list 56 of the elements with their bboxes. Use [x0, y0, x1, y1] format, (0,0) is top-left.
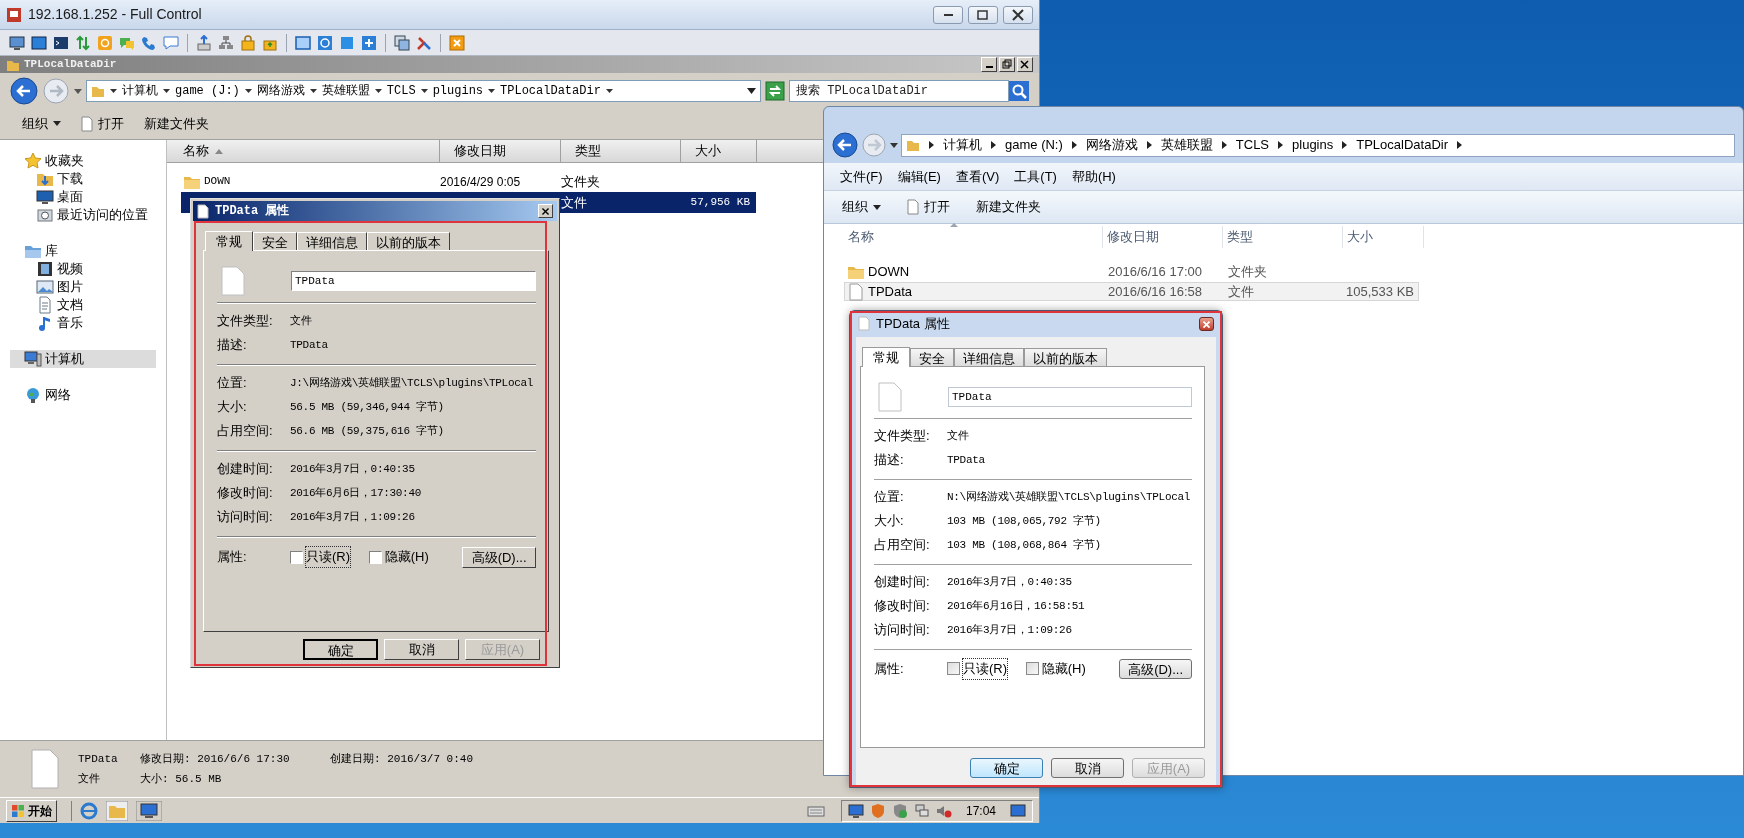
field-value: 103 MB (108,065,792 字节)	[947, 513, 1101, 529]
type-text: 文件	[1228, 283, 1254, 299]
field-label: 大小:	[874, 512, 905, 531]
field-value: 文件	[947, 428, 969, 444]
file-name: DOWN	[204, 174, 231, 190]
date-text: 2016/4/29 0:05	[440, 174, 521, 189]
field-label: 创建时间:	[874, 573, 931, 592]
size-text: 57,956 KB	[690, 195, 750, 211]
field-value: 56.6 MB (59,375,616 字节)	[290, 423, 444, 439]
field-value: 2016年6月6日，17:30:40	[290, 485, 421, 501]
window-title: 192.168.1.252 - Full Control	[28, 5, 202, 24]
field-label: 修改时间:	[217, 484, 274, 503]
field-label: 属性:	[874, 660, 905, 679]
date-text: 2016/6/16 17:00	[1108, 263, 1202, 279]
field-value: TPData	[290, 337, 328, 353]
field-label: 位置:	[874, 488, 905, 507]
field-label: 文件类型:	[217, 312, 274, 331]
field-label: 文件类型:	[874, 427, 931, 446]
field-value: 2016年3月7日，1:09:26	[290, 509, 415, 525]
field-value: J:\网络游戏\英雄联盟\TCLS\plugins\TPLocal	[290, 375, 534, 391]
field-label: 访问时间:	[217, 508, 274, 527]
details-text: 修改日期: 2016/6/6 17:30	[140, 752, 291, 767]
date-text: 2016/6/16 16:58	[1108, 283, 1202, 299]
field-label: 描述:	[874, 451, 905, 470]
field-label: 属性:	[217, 548, 248, 567]
field-value: 2016年6月16日，16:58:51	[947, 598, 1085, 614]
field-value: N:\网络游戏\英雄联盟\TCLS\plugins\TPLocal	[947, 489, 1191, 505]
type-text: 文件	[561, 194, 587, 210]
clock-text: 17:04	[964, 802, 997, 820]
field-value: TPData	[947, 452, 985, 468]
field-value: 2016年3月7日，1:09:26	[947, 622, 1072, 638]
dialog-title: TPData 属性	[215, 203, 290, 220]
type-text: 文件夹	[1228, 263, 1267, 279]
field-value: 2016年3月7日，0:40:35	[290, 461, 415, 477]
file-name: DOWN	[868, 262, 910, 281]
dialog-title: TPData 属性	[876, 315, 950, 334]
field-value: 56.5 MB (59,346,944 字节)	[290, 399, 444, 415]
details-text: TPData	[78, 752, 119, 767]
field-label: 位置:	[217, 374, 248, 393]
field-value: 2016年3月7日，0:40:35	[947, 574, 1072, 590]
field-label: 创建时间:	[217, 460, 274, 479]
field-value: 文件	[290, 313, 312, 329]
field-label: 占用空间:	[217, 422, 274, 441]
field-label: 大小:	[217, 398, 248, 417]
details-text: 大小: 56.5 MB	[140, 771, 223, 787]
details-text: 创建日期: 2016/3/7 0:40	[330, 752, 474, 767]
file-name: TPData	[868, 282, 913, 301]
size-text: 105,533 KB	[1346, 282, 1414, 301]
field-label: 修改时间:	[874, 597, 931, 616]
field-value: 103 MB (108,068,864 字节)	[947, 537, 1101, 553]
type-text: 文件夹	[561, 173, 600, 189]
details-text: 文件	[78, 771, 101, 787]
field-label: 访问时间:	[874, 621, 931, 640]
window-title: TPLocalDataDir	[24, 57, 117, 73]
field-label: 占用空间:	[874, 536, 931, 555]
field-label: 描述:	[217, 336, 248, 355]
